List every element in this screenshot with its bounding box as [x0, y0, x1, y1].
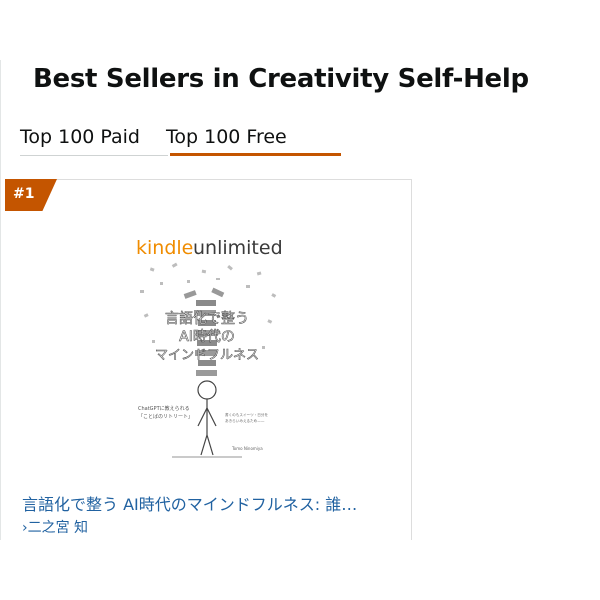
cover-title-line3: マインドフルネス: [155, 348, 259, 363]
cover-subtitle-right-2: あきらいみえるため——: [225, 418, 265, 423]
book-title-link[interactable]: 言語化で整う AI時代のマインドフルネス: 誰…: [22, 491, 392, 515]
unlimited-logo-text: unlimited: [193, 237, 282, 259]
cover-title-line1: 言語化で整う: [165, 311, 249, 327]
tab-top-100-paid[interactable]: Top 100 Paid: [20, 126, 140, 158]
rank-number: #1: [13, 186, 35, 202]
tab-baseline: [20, 155, 168, 156]
book-cover-image[interactable]: kindle unlimited 言語化で整う AI時代の マインドフルネス C…: [132, 230, 282, 486]
left-divider: [0, 60, 1, 540]
kindle-logo-text: kindle: [136, 237, 193, 259]
cover-title-line2: AI時代の: [179, 329, 235, 345]
cover-subtitle-left-2: 「ことばのリトリート」: [138, 413, 193, 420]
cover-subtitle-right-1: 書くのもスイーツ・日分を: [225, 412, 268, 417]
cover-author-small: Tomo Ninomiya: [231, 446, 263, 451]
active-tab-indicator: [170, 153, 341, 156]
author-link[interactable]: ›二之宮 知: [22, 517, 88, 537]
cover-subtitle-left-1: ChatGPTに教えられる: [138, 405, 190, 412]
page-title: Best Sellers in Creativity Self-Help: [33, 64, 529, 94]
